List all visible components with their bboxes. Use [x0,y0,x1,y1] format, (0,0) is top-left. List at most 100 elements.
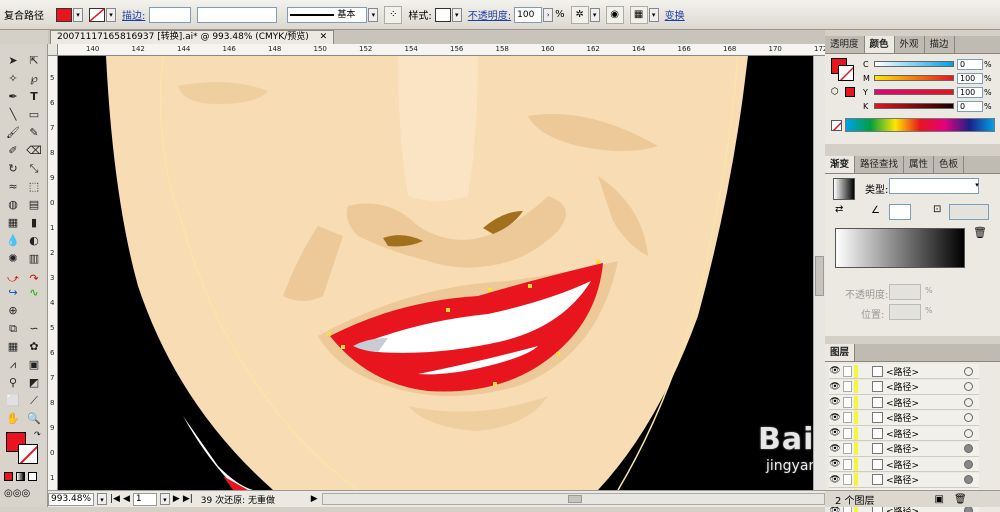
line-tool-icon[interactable]: ╲ [3,106,23,123]
first-artboard-icon[interactable]: |◀ [110,494,120,504]
target-circle-icon[interactable] [964,398,973,407]
draw-mode-icon[interactable]: ◎◎◎ [4,488,30,499]
face-illustration[interactable] [58,56,813,490]
channel-slider[interactable] [874,89,954,95]
brush-definition-icon[interactable]: ⁘ [384,6,402,24]
arrow-connector-icon[interactable]: ↪ [3,284,23,301]
eye-icon[interactable]: 👁 [829,366,841,376]
align-icon[interactable]: ▦ [630,6,648,24]
trash-icon[interactable]: 🗑 [954,494,967,505]
layer-row[interactable]: 👁 <路径> [829,473,979,488]
crop-tool-icon[interactable]: ⬜ [3,392,23,409]
layer-name[interactable]: <路径> [886,442,964,455]
chevron-down-icon[interactable]: ▾ [972,179,982,193]
cmyk-slider-row[interactable]: K0% [863,100,992,112]
layer-row[interactable]: 👁 <路径> [829,442,979,457]
magic-wand-tool-icon[interactable]: ✧ [3,70,23,87]
stroke-weight-field[interactable] [149,7,191,23]
eyedropper-tool-icon[interactable]: 💧 [3,232,23,249]
blob-brush-tool-icon[interactable]: ✐ [3,142,23,159]
layer-row[interactable]: 👁<路径> [829,426,979,441]
scale-tool-icon[interactable]: ⤡ [24,160,44,177]
type-tool-icon[interactable]: T [24,88,44,105]
selection-tool-icon[interactable]: ➤ [3,52,23,69]
last-artboard-icon[interactable]: ▶| [183,494,193,504]
mesh-tool-icon[interactable]: ▦ [3,214,23,231]
artboard-tool-icon[interactable]: ⧉ [3,320,23,337]
chevron-down-icon[interactable]: ▾ [73,8,83,22]
layer-row[interactable]: 👁 <路径> [829,364,979,379]
stroke-link[interactable]: 描边: [122,7,145,22]
cmyk-slider-row[interactable]: Y100% [863,86,992,98]
rectangle-tool-icon[interactable]: ▭ [24,106,44,123]
gradient-mode-icon[interactable] [16,472,25,481]
pen-tool-icon[interactable]: ✒ [3,88,23,105]
gamut-swatch[interactable] [845,87,855,97]
gradient-tool-icon[interactable]: ▮ [24,214,44,231]
scrollbar-thumb[interactable] [815,256,824,296]
document-tab[interactable]: 20071117165816937 [转换].ai* @ 993.48% (CM… [50,30,334,44]
tab-gradient-panel-3[interactable]: 色板 [934,156,964,173]
lock-toggle[interactable] [843,428,852,439]
vertical-ruler[interactable]: 56789012345678901 [48,56,58,490]
target-circle-icon[interactable] [964,413,973,422]
horizontal-ruler[interactable]: 1401421441461481501521541561581601621641… [58,44,825,56]
eye-icon[interactable]: 👁 [829,444,841,454]
blend-tool-icon[interactable]: ◐ [24,232,44,249]
lock-toggle[interactable] [843,397,852,408]
cmyk-slider-row[interactable]: C0% [863,58,992,70]
lock-toggle[interactable] [843,366,852,377]
trash-icon[interactable]: 🗑 [973,226,987,239]
gradient-opacity-field[interactable] [889,284,921,300]
chevron-down-icon[interactable]: ▾ [590,8,600,22]
reverse-gradient-icon[interactable]: ⇄ [835,204,843,215]
layer-name[interactable]: <路径> [886,473,964,486]
panel-stroke-swatch[interactable] [838,65,854,81]
chevron-down-icon[interactable]: ▾ [160,493,170,505]
layer-name[interactable]: <路径> [886,396,964,409]
stroke-color-swatch[interactable] [89,8,105,22]
chevron-down-icon[interactable]: ▾ [368,8,378,22]
eye-icon[interactable]: 👁 [829,475,841,485]
tab-color-panel-3[interactable]: 描边 [925,36,955,53]
target-circle-icon[interactable] [964,367,973,376]
channel-slider[interactable] [874,103,954,109]
opacity-field[interactable]: 100 [514,7,542,23]
direct-selection-tool-icon[interactable]: ⇱ [24,52,44,69]
channel-value-field[interactable]: 100 [957,87,983,98]
tab-color-panel-1[interactable]: 颜色 [865,36,895,53]
none-mode-icon[interactable] [28,472,37,481]
gradient-type-select[interactable] [889,178,979,194]
column-graph-tool-icon[interactable]: ▦ [3,338,23,355]
aspect-ratio-icon[interactable]: ⊡ [933,204,941,215]
line-graph-tool-icon[interactable]: ⩘ [3,356,23,373]
lock-toggle[interactable] [843,443,852,454]
rotate-tool-icon[interactable]: ↻ [3,160,23,177]
layer-name[interactable]: <路径> [886,411,964,424]
aspect-ratio-field[interactable] [949,204,989,220]
chevron-right-icon[interactable]: › [543,8,553,22]
eyedropper-alt-icon[interactable]: ⚲ [3,374,23,391]
paintbrush-tool-icon[interactable]: 🖌 [3,124,23,141]
warp-tool-icon[interactable]: ≈ [3,178,23,195]
opacity-link[interactable]: 不透明度: [468,7,511,22]
layer-name[interactable]: <路径> [886,365,964,378]
chevron-down-icon[interactable]: ▾ [452,8,462,22]
tab-layers[interactable]: 图层 [825,344,855,361]
cube-icon[interactable]: ⬡ [831,87,839,97]
color-mode-icon[interactable] [4,472,13,481]
channel-value-field[interactable]: 0 [957,101,983,112]
transform-link[interactable]: 变换 [665,7,685,22]
prev-artboard-icon[interactable]: ◀ [123,494,130,504]
globe-icon[interactable]: ◉ [606,6,624,24]
artboard-field[interactable]: 1 [133,493,157,506]
gradient-angle-field[interactable] [889,204,911,220]
layer-name[interactable]: <路径> [886,380,964,393]
eye-icon[interactable]: 👁 [829,413,841,423]
zoom-field[interactable]: 993.48% [48,493,94,506]
lock-toggle[interactable] [843,381,852,392]
cmyk-slider-row[interactable]: M100% [863,72,992,84]
lasso-tool-icon[interactable]: ℘ [24,70,44,87]
artboard-canvas[interactable]: Bai du 经验 jingyan.baidu.com [58,56,813,490]
target-circle-icon[interactable] [964,475,973,484]
